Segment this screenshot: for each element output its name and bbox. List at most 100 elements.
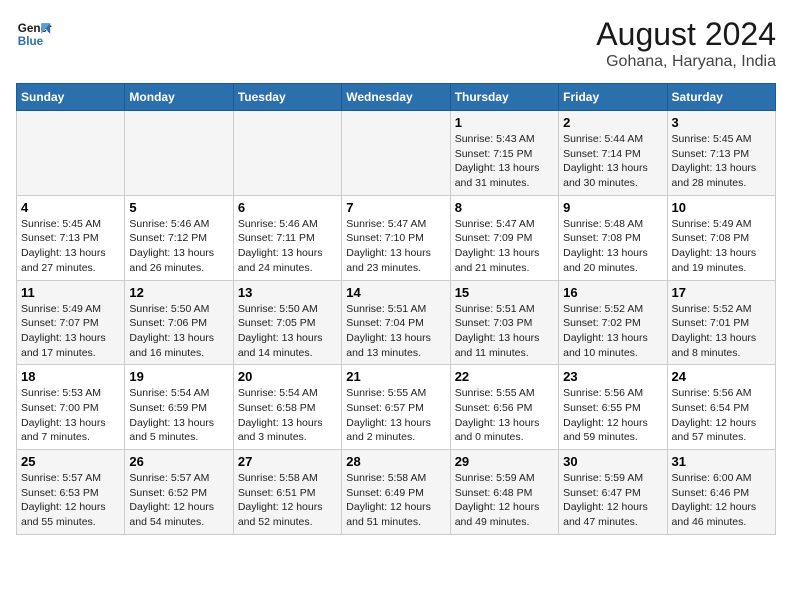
header-sunday: Sunday bbox=[17, 84, 125, 111]
day-cell: 12 Sunrise: 5:50 AMSunset: 7:06 PMDayligh… bbox=[125, 280, 233, 365]
week-row-4: 18 Sunrise: 5:53 AMSunset: 7:00 PMDayligh… bbox=[17, 365, 776, 450]
day-number: 6 bbox=[238, 200, 337, 215]
day-number: 23 bbox=[563, 369, 662, 384]
day-cell: 31 Sunrise: 6:00 AMSunset: 6:46 PMDayligh… bbox=[667, 450, 775, 535]
day-info: Sunrise: 5:51 AMSunset: 7:03 PMDaylight:… bbox=[455, 302, 554, 361]
day-cell: 8Sunrise: 5:47 AMSunset: 7:09 PMDaylight… bbox=[450, 195, 558, 280]
day-cell: 28Sunrise: 5:58 AMSunset: 6:49 PMDayligh… bbox=[342, 450, 450, 535]
day-info: Sunrise: 5:44 AMSunset: 7:14 PMDaylight:… bbox=[563, 132, 662, 191]
day-info: Sunrise: 5:52 AMSunset: 7:02 PMDaylight:… bbox=[563, 302, 662, 361]
day-info: Sunrise: 5:45 AMSunset: 7:13 PMDaylight:… bbox=[21, 217, 120, 276]
day-cell: 24 Sunrise: 5:56 AMSunset: 6:54 PMDayligh… bbox=[667, 365, 775, 450]
day-number: 20 bbox=[238, 369, 337, 384]
day-info: Sunrise: 5:58 AMSunset: 6:51 PMDaylight:… bbox=[238, 471, 337, 530]
day-cell: 3 Sunrise: 5:45 AMSunset: 7:13 PMDaylight… bbox=[667, 111, 775, 196]
day-cell: 14 Sunrise: 5:51 AMSunset: 7:04 PMDayligh… bbox=[342, 280, 450, 365]
day-cell bbox=[233, 111, 341, 196]
page-subtitle: Gohana, Haryana, India bbox=[596, 53, 776, 71]
day-info: Sunrise: 5:58 AMSunset: 6:49 PMDaylight:… bbox=[346, 471, 445, 530]
day-cell: 19 Sunrise: 5:54 AMSunset: 6:59 PMDayligh… bbox=[125, 365, 233, 450]
day-info: Sunrise: 5:54 AMSunset: 6:58 PMDaylight:… bbox=[238, 386, 337, 445]
day-cell: 2 Sunrise: 5:44 AMSunset: 7:14 PMDaylight… bbox=[559, 111, 667, 196]
title-block: August 2024 Gohana, Haryana, India bbox=[596, 16, 776, 71]
day-cell: 23Sunrise: 5:56 AMSunset: 6:55 PMDayligh… bbox=[559, 365, 667, 450]
day-number: 9 bbox=[563, 200, 662, 215]
day-cell: 25 Sunrise: 5:57 AMSunset: 6:53 PMDayligh… bbox=[17, 450, 125, 535]
day-info: Sunrise: 5:55 AMSunset: 6:56 PMDaylight:… bbox=[455, 386, 554, 445]
day-number: 27 bbox=[238, 454, 337, 469]
day-number: 4 bbox=[21, 200, 120, 215]
day-number: 18 bbox=[21, 369, 120, 384]
day-number: 25 bbox=[21, 454, 120, 469]
header-monday: Monday bbox=[125, 84, 233, 111]
day-number: 1 bbox=[455, 115, 554, 130]
day-info: Sunrise: 5:57 AMSunset: 6:53 PMDaylight:… bbox=[21, 471, 120, 530]
day-cell: 7 Sunrise: 5:47 AMSunset: 7:10 PMDaylight… bbox=[342, 195, 450, 280]
day-cell: 11 Sunrise: 5:49 AMSunset: 7:07 PMDayligh… bbox=[17, 280, 125, 365]
day-cell: 22 Sunrise: 5:55 AMSunset: 6:56 PMDayligh… bbox=[450, 365, 558, 450]
day-cell bbox=[125, 111, 233, 196]
day-number: 12 bbox=[129, 285, 228, 300]
day-number: 30 bbox=[563, 454, 662, 469]
day-number: 13 bbox=[238, 285, 337, 300]
day-cell: 21 Sunrise: 5:55 AMSunset: 6:57 PMDayligh… bbox=[342, 365, 450, 450]
day-number: 11 bbox=[21, 285, 120, 300]
day-number: 2 bbox=[563, 115, 662, 130]
day-info: Sunrise: 5:46 AMSunset: 7:11 PMDaylight:… bbox=[238, 217, 337, 276]
day-number: 14 bbox=[346, 285, 445, 300]
day-number: 24 bbox=[672, 369, 771, 384]
day-cell: 4 Sunrise: 5:45 AMSunset: 7:13 PMDaylight… bbox=[17, 195, 125, 280]
day-number: 7 bbox=[346, 200, 445, 215]
day-cell: 17 Sunrise: 5:52 AMSunset: 7:01 PMDayligh… bbox=[667, 280, 775, 365]
day-number: 15 bbox=[455, 285, 554, 300]
header-saturday: Saturday bbox=[667, 84, 775, 111]
day-info: Sunrise: 5:55 AMSunset: 6:57 PMDaylight:… bbox=[346, 386, 445, 445]
day-number: 19 bbox=[129, 369, 228, 384]
day-info: Sunrise: 5:47 AMSunset: 7:10 PMDaylight:… bbox=[346, 217, 445, 276]
day-info: Sunrise: 5:56 AMSunset: 6:54 PMDaylight:… bbox=[672, 386, 771, 445]
day-cell: 18 Sunrise: 5:53 AMSunset: 7:00 PMDayligh… bbox=[17, 365, 125, 450]
day-info: Sunrise: 5:47 AMSunset: 7:09 PMDaylight:… bbox=[455, 217, 554, 276]
day-cell: 20 Sunrise: 5:54 AMSunset: 6:58 PMDayligh… bbox=[233, 365, 341, 450]
header-friday: Friday bbox=[559, 84, 667, 111]
day-cell: 6 Sunrise: 5:46 AMSunset: 7:11 PMDaylight… bbox=[233, 195, 341, 280]
day-cell: 5Sunrise: 5:46 AMSunset: 7:12 PMDaylight… bbox=[125, 195, 233, 280]
header-wednesday: Wednesday bbox=[342, 84, 450, 111]
day-cell: 16Sunrise: 5:52 AMSunset: 7:02 PMDayligh… bbox=[559, 280, 667, 365]
day-cell: 26Sunrise: 5:57 AMSunset: 6:52 PMDayligh… bbox=[125, 450, 233, 535]
logo-icon: General Blue bbox=[16, 16, 52, 52]
day-info: Sunrise: 5:52 AMSunset: 7:01 PMDaylight:… bbox=[672, 302, 771, 361]
header-thursday: Thursday bbox=[450, 84, 558, 111]
header-tuesday: Tuesday bbox=[233, 84, 341, 111]
day-number: 21 bbox=[346, 369, 445, 384]
week-row-2: 4 Sunrise: 5:45 AMSunset: 7:13 PMDaylight… bbox=[17, 195, 776, 280]
page-title: August 2024 bbox=[596, 16, 776, 53]
day-info: Sunrise: 5:46 AMSunset: 7:12 PMDaylight:… bbox=[129, 217, 228, 276]
day-info: Sunrise: 5:49 AMSunset: 7:08 PMDaylight:… bbox=[672, 217, 771, 276]
day-number: 3 bbox=[672, 115, 771, 130]
week-row-5: 25 Sunrise: 5:57 AMSunset: 6:53 PMDayligh… bbox=[17, 450, 776, 535]
day-info: Sunrise: 5:59 AMSunset: 6:48 PMDaylight:… bbox=[455, 471, 554, 530]
day-info: Sunrise: 5:50 AMSunset: 7:06 PMDaylight:… bbox=[129, 302, 228, 361]
page-header: General Blue August 2024 Gohana, Haryana… bbox=[16, 16, 776, 71]
day-info: Sunrise: 5:54 AMSunset: 6:59 PMDaylight:… bbox=[129, 386, 228, 445]
svg-text:Blue: Blue bbox=[18, 35, 44, 48]
day-info: Sunrise: 5:45 AMSunset: 7:13 PMDaylight:… bbox=[672, 132, 771, 191]
day-number: 10 bbox=[672, 200, 771, 215]
day-cell bbox=[17, 111, 125, 196]
day-number: 29 bbox=[455, 454, 554, 469]
day-info: Sunrise: 6:00 AMSunset: 6:46 PMDaylight:… bbox=[672, 471, 771, 530]
day-info: Sunrise: 5:57 AMSunset: 6:52 PMDaylight:… bbox=[129, 471, 228, 530]
day-info: Sunrise: 5:51 AMSunset: 7:04 PMDaylight:… bbox=[346, 302, 445, 361]
day-cell: 27 Sunrise: 5:58 AMSunset: 6:51 PMDayligh… bbox=[233, 450, 341, 535]
day-number: 31 bbox=[672, 454, 771, 469]
day-cell bbox=[342, 111, 450, 196]
day-number: 22 bbox=[455, 369, 554, 384]
day-cell: 9Sunrise: 5:48 AMSunset: 7:08 PMDaylight… bbox=[559, 195, 667, 280]
day-info: Sunrise: 5:53 AMSunset: 7:00 PMDaylight:… bbox=[21, 386, 120, 445]
day-number: 17 bbox=[672, 285, 771, 300]
logo: General Blue bbox=[16, 16, 52, 52]
day-info: Sunrise: 5:49 AMSunset: 7:07 PMDaylight:… bbox=[21, 302, 120, 361]
day-cell: 13Sunrise: 5:50 AMSunset: 7:05 PMDayligh… bbox=[233, 280, 341, 365]
day-cell: 30Sunrise: 5:59 AMSunset: 6:47 PMDayligh… bbox=[559, 450, 667, 535]
